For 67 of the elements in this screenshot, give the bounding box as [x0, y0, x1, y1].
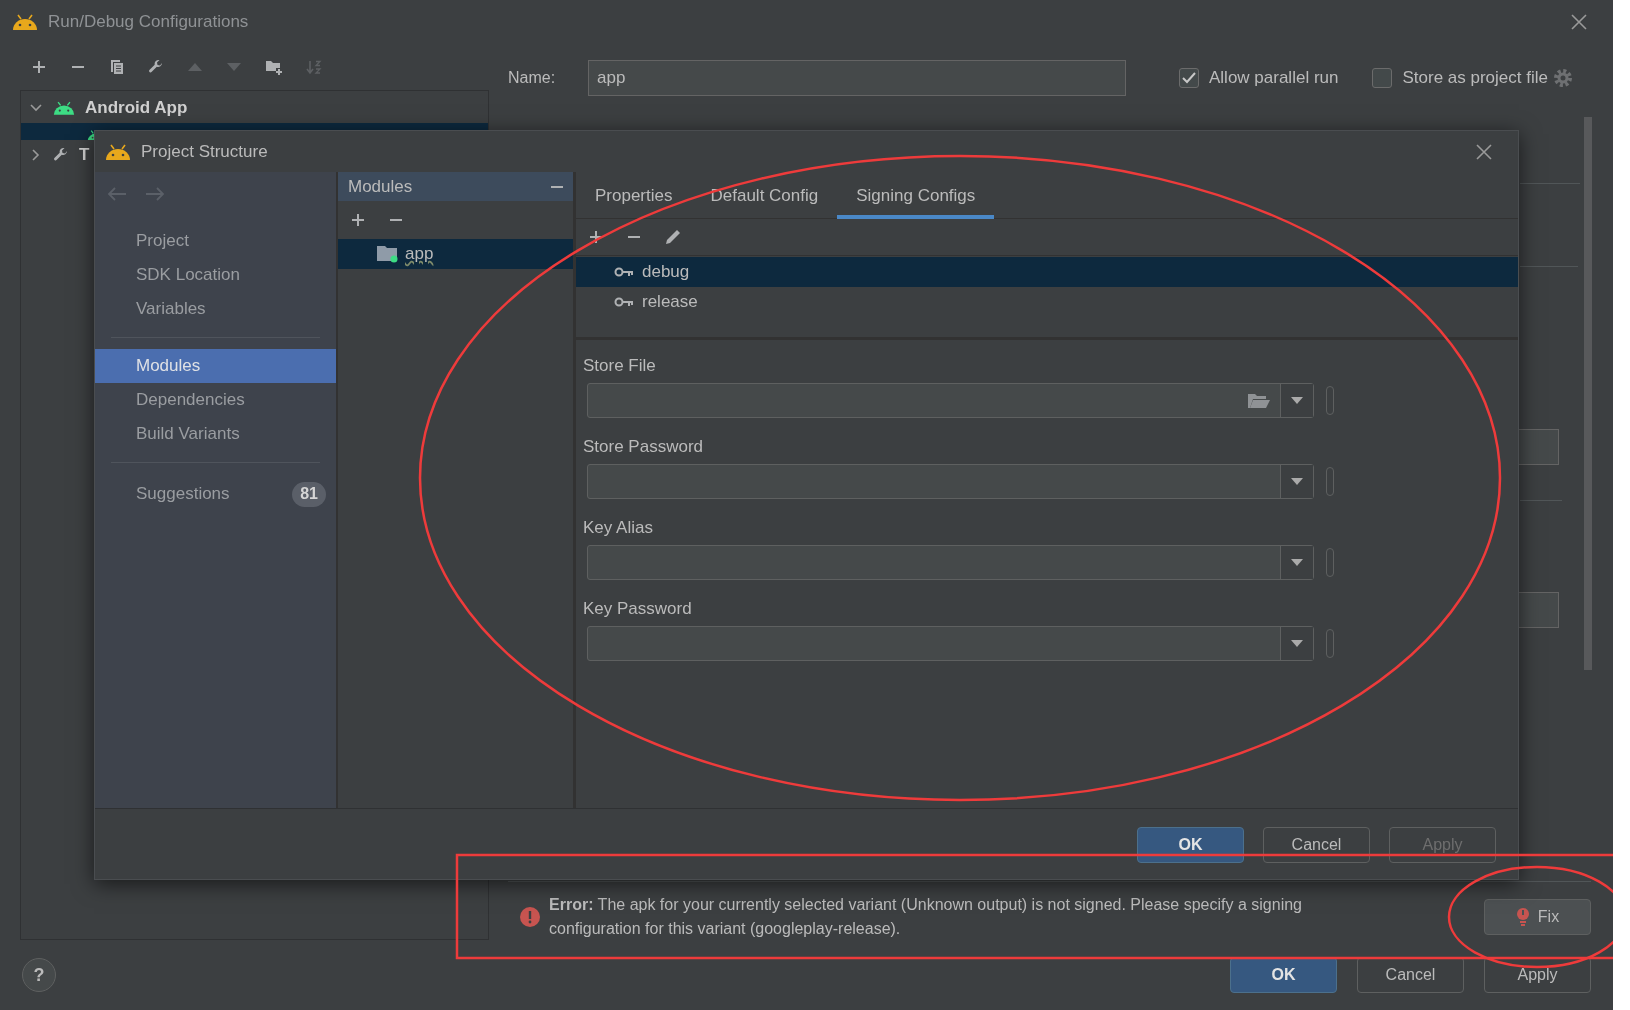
copy-icon[interactable]	[109, 59, 125, 75]
folder-icon[interactable]	[1248, 392, 1270, 409]
field-label: Store File	[583, 355, 656, 378]
nav-item[interactable]: Dependencies	[95, 383, 336, 417]
android-icon	[105, 143, 131, 160]
key-icon	[614, 266, 634, 278]
ok-button[interactable]: OK	[1230, 957, 1337, 993]
add-icon[interactable]	[31, 59, 47, 75]
bulb-icon	[1515, 906, 1530, 927]
checkbox-label[interactable]: Store as project file	[1402, 65, 1548, 91]
dialog-title: Project Structure	[141, 140, 268, 163]
error-message: Error: The apk for your currently selected variant (Unknown output) is not signed. Please specify a signing configuration for this variant (googleplay-release).	[549, 894, 1303, 939]
dialog-button[interactable]: Cancel	[1357, 957, 1464, 993]
close-icon[interactable]	[1571, 14, 1587, 30]
module-item[interactable]: app	[338, 239, 573, 269]
checkbox[interactable]	[1372, 68, 1393, 88]
combo-field[interactable]	[587, 383, 1314, 418]
tab[interactable]: Default Config	[691, 172, 838, 219]
wrench-icon[interactable]	[148, 59, 164, 75]
gear-icon[interactable]	[1552, 68, 1573, 88]
folder-add-icon[interactable]	[265, 58, 283, 76]
dropdown-caret-icon[interactable]	[1291, 478, 1303, 485]
signing-config-item[interactable]: debug	[576, 257, 1518, 287]
tree-item[interactable]: T	[79, 142, 90, 168]
edit-icon[interactable]	[664, 228, 682, 246]
signing-config-item[interactable]: release	[576, 287, 1518, 317]
field-label: Key Password	[583, 598, 692, 621]
nav-item[interactable]: Variables	[95, 292, 336, 326]
wrench-icon[interactable]	[53, 147, 69, 163]
tab[interactable]: Signing Configs	[837, 172, 995, 219]
checkbox[interactable]	[1179, 68, 1199, 88]
check-icon	[1182, 72, 1196, 84]
ok-button[interactable]: OK	[1137, 827, 1244, 863]
close-icon[interactable]	[1476, 143, 1492, 160]
name-field[interactable]: app	[588, 60, 1126, 96]
error-icon	[520, 906, 540, 927]
field-label: Key Alias	[583, 517, 653, 540]
scrollbar[interactable]	[1584, 117, 1592, 670]
nav-item[interactable]: SDK Location	[95, 258, 336, 292]
add-icon[interactable]	[350, 212, 366, 228]
combo-field[interactable]	[587, 464, 1314, 499]
window-title: Run/Debug Configurations	[48, 11, 249, 34]
fix-button[interactable]: Fix	[1484, 898, 1591, 935]
checkbox-label[interactable]: Allow parallel run	[1209, 65, 1339, 91]
input-field[interactable]	[1519, 429, 1559, 465]
module-folder-icon	[377, 245, 399, 263]
nav-item[interactable]: Build Variants	[95, 417, 336, 451]
dropdown-caret-icon[interactable]	[1291, 559, 1303, 566]
dropdown-caret-icon[interactable]	[1291, 640, 1303, 647]
android-icon	[12, 14, 38, 30]
tree-item[interactable]: Android App	[85, 95, 188, 121]
modules-header: Modules	[348, 175, 413, 198]
field-label: Store Password	[583, 436, 703, 459]
dropdown-caret-icon[interactable]	[1291, 397, 1303, 404]
input-field[interactable]	[1519, 592, 1559, 628]
count-badge: 81	[292, 481, 326, 507]
nav-item[interactable]: Modules	[95, 349, 336, 383]
dialog-button[interactable]: Cancel	[1263, 827, 1370, 863]
help-button[interactable]: ?	[22, 958, 56, 992]
combo-field[interactable]	[587, 545, 1314, 580]
key-icon	[614, 296, 634, 308]
android-icon	[53, 101, 75, 115]
nav-item[interactable]: Project	[95, 224, 336, 258]
name-label: Name:	[508, 68, 557, 88]
combo-field[interactable]	[587, 626, 1314, 661]
nav-item[interactable]: Suggestions 81	[95, 474, 336, 514]
tab[interactable]: Properties	[576, 172, 692, 219]
